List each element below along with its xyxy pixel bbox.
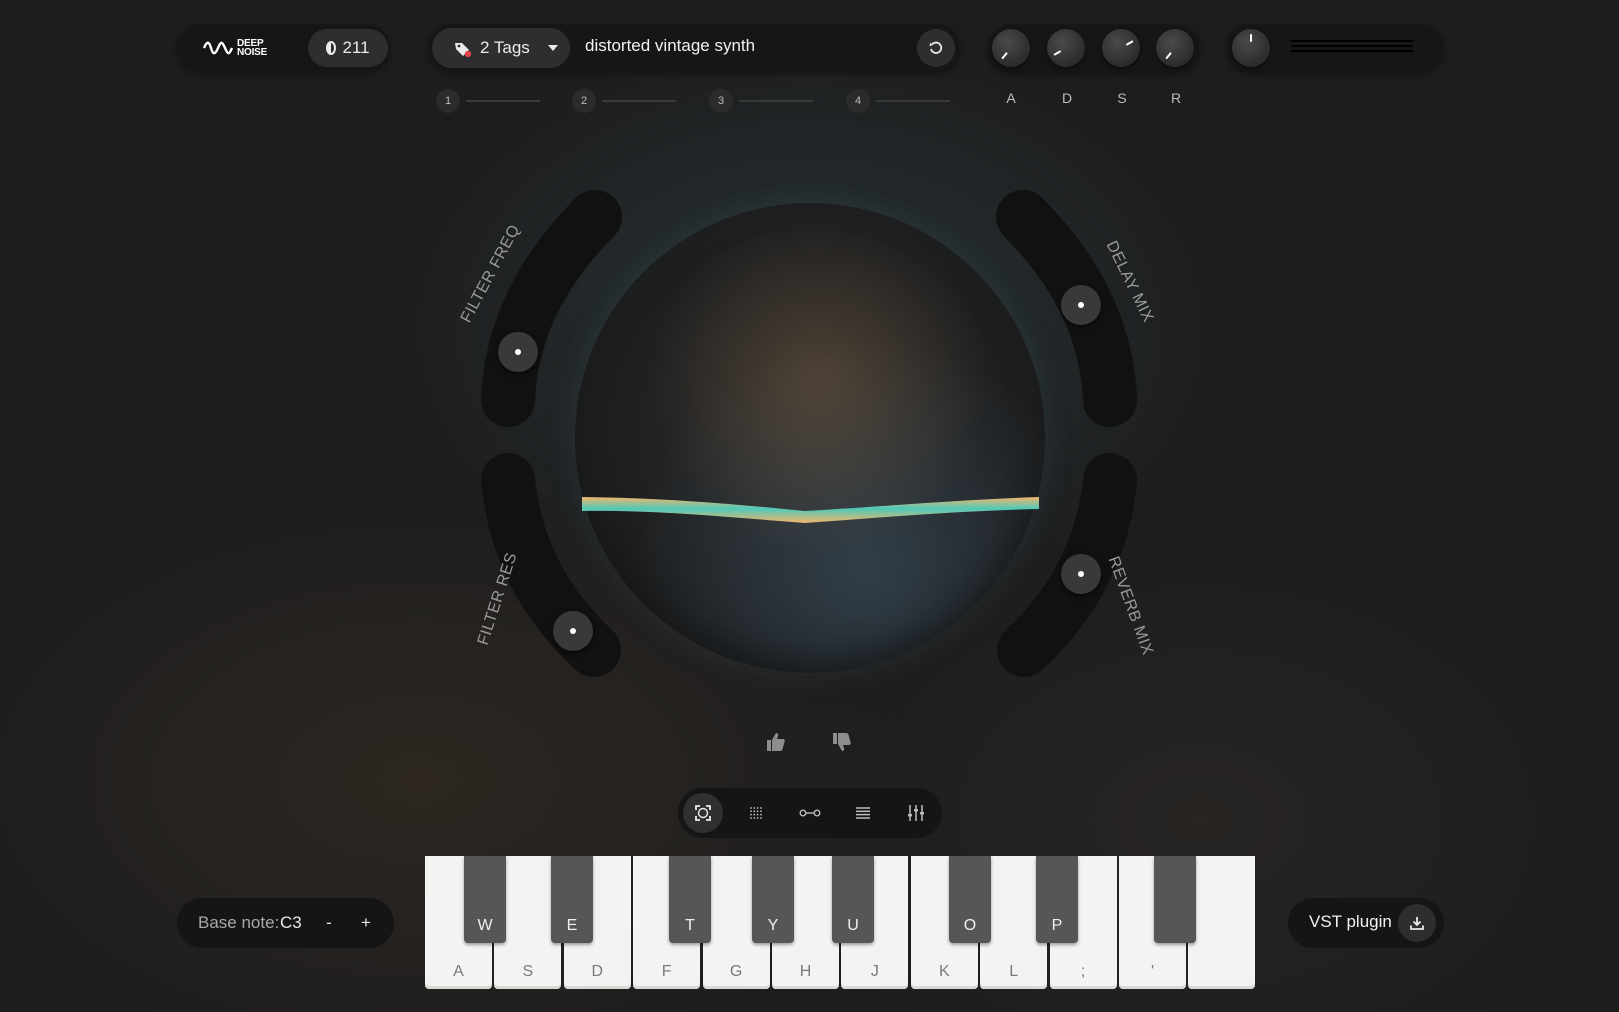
black-key[interactable] [1154,856,1196,943]
base-note-decrement-button[interactable]: - [312,906,346,940]
decay-label: D [1061,90,1073,106]
filter-freq-label: FILTER FREQ [457,221,524,326]
black-key[interactable]: E [551,856,593,943]
key-label: D [591,963,604,980]
key-label: J [870,963,879,980]
filter-res-label: FILTER RES [474,550,521,648]
black-key[interactable]: O [949,856,991,943]
sustain-label: S [1117,90,1127,106]
variation-slot-2[interactable]: 2 [572,89,676,113]
variation-slot-3[interactable]: 3 [709,89,813,113]
delay-mix-label: DELAY MIX [1102,238,1157,326]
logo-text: DEEP NOISE [237,39,268,58]
logo-line-2: NOISE [237,47,268,58]
level-meter [1291,40,1413,54]
thumbs-up-icon[interactable] [764,730,788,754]
slot-number: 3 [709,89,733,113]
list-view-button[interactable] [843,793,883,833]
key-label: P [1051,917,1063,934]
grid-view-icon [750,807,762,819]
slot-progress [466,100,540,102]
key-label: F [661,963,672,980]
slot-number: 1 [436,89,460,113]
reverb-mix-label: REVERB MIX [1104,554,1157,658]
prompt-input[interactable]: distorted vintage synth [585,36,755,56]
refresh-icon [929,41,943,54]
wave-logo-icon [203,41,233,55]
grid-view-button[interactable] [736,793,776,833]
mixer-view-button[interactable] [896,793,936,833]
tag-icon [454,41,472,58]
orb-view-icon [695,805,711,821]
base-note-control: Base note: C3 - + [177,898,394,948]
piano-keyboard: A S D F G H J K L ; ' W E T Y U O P [425,856,1256,990]
delay-mix-handle[interactable] [1061,285,1101,325]
chevron-down-icon [547,45,558,51]
key-label: H [799,963,812,980]
key-label: E [566,917,578,934]
key-label: W [477,917,493,934]
orb-view-button[interactable] [683,793,723,833]
vst-plugin-label: VST plugin [1309,912,1392,931]
slot-number: 4 [846,89,870,113]
sliders-view-icon [908,805,924,821]
view-toolbar [678,788,942,838]
slot-progress [739,100,813,102]
waveform-display [582,497,1039,523]
slot-number: 2 [572,89,596,113]
slot-progress [876,100,950,102]
key-label: Y [767,917,779,934]
credits-value: 211 [342,38,370,57]
white-key[interactable] [1188,856,1256,989]
variation-slot-4[interactable]: 4 [846,89,950,113]
release-label: R [1170,90,1182,106]
black-key[interactable]: Y [752,856,794,943]
key-label: ' [1150,963,1155,980]
list-view-icon [856,807,870,819]
base-note-value: C3 [280,913,302,932]
base-note-increment-button[interactable]: + [349,906,383,940]
credit-coin-icon [326,41,337,55]
download-icon [1410,917,1424,930]
key-label: A [453,963,464,980]
slot-progress [602,100,676,102]
sustain-knob[interactable] [1102,29,1140,67]
attack-label: A [1006,90,1016,106]
attack-knob[interactable] [992,29,1030,67]
sound-orb[interactable] [575,203,1045,673]
black-key[interactable]: W [464,856,506,943]
credits-counter[interactable]: 211 [308,29,388,67]
filter-res-handle[interactable] [553,611,593,651]
release-knob[interactable] [1156,29,1194,67]
download-button[interactable] [1398,904,1436,942]
decay-knob[interactable] [1047,29,1085,67]
key-label: L [1009,963,1019,980]
key-label: G [729,963,743,980]
key-label: U [847,917,859,934]
key-label: O [963,917,977,934]
key-label: K [938,963,950,980]
key-label: ; [1080,963,1086,980]
key-label: S [522,963,534,980]
variation-slot-1[interactable]: 1 [436,89,540,113]
key-label: T [685,917,695,934]
tags-label: 2 Tags [480,38,530,57]
black-key[interactable]: P [1036,856,1078,943]
black-key[interactable]: U [832,856,874,943]
link-view-icon [799,809,821,817]
volume-knob[interactable] [1232,29,1270,67]
vst-plugin-button[interactable]: VST plugin [1288,898,1444,948]
filter-freq-handle[interactable] [498,332,538,372]
deep-noise-logo: DEEP NOISE [203,38,279,58]
thumbs-down-icon[interactable] [830,730,854,754]
reset-button[interactable] [917,29,955,67]
black-key[interactable]: T [669,856,711,943]
base-note-label: Base note: [198,913,280,932]
link-view-button[interactable] [790,793,830,833]
reverb-mix-handle[interactable] [1061,554,1101,594]
tags-dropdown[interactable]: 2 Tags [432,28,570,68]
